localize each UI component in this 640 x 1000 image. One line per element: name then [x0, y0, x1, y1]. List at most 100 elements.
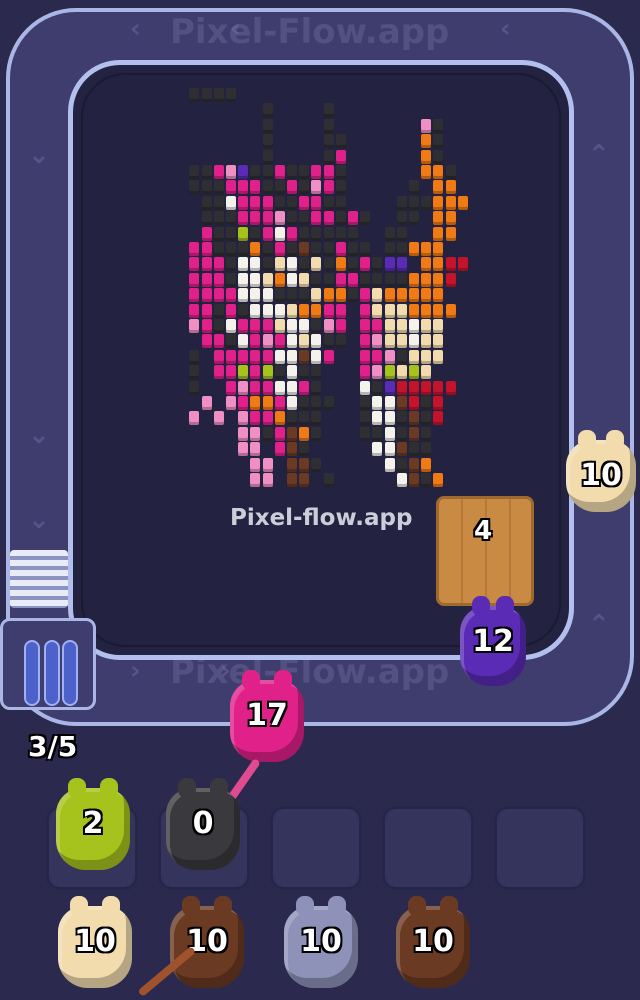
- pixel-block: [274, 396, 285, 410]
- pixel-block: [189, 88, 200, 102]
- pixel-block: [311, 380, 322, 395]
- pixel-block: [250, 226, 261, 241]
- pixel-block: [299, 211, 310, 226]
- pixel-block: [201, 180, 212, 195]
- pixel-block: [274, 303, 285, 318]
- pixel-block: [396, 288, 407, 303]
- pixel-block: [226, 180, 236, 195]
- pixel-block: [396, 457, 407, 472]
- pixel-block: [274, 334, 285, 349]
- pixel-block: [457, 257, 468, 272]
- pixel-block: [396, 365, 407, 380]
- pixel-block: [335, 242, 346, 256]
- pixel-block: [421, 426, 432, 441]
- shooter-on-belt[interactable]: 17: [230, 670, 304, 762]
- pixel-block: [433, 396, 444, 410]
- pixel-block: [238, 396, 249, 410]
- pixel-block: [445, 226, 456, 241]
- pixel-block: [409, 380, 419, 395]
- center-watermark: Pixel-flow.app: [230, 505, 413, 531]
- shooter-waiting[interactable]: 10: [58, 896, 132, 988]
- shooter-in-slot[interactable]: 0: [166, 778, 240, 870]
- pixel-block: [323, 226, 334, 241]
- shooter-count: 12: [472, 624, 514, 659]
- pixel-block: [433, 242, 444, 256]
- pixel-block: [311, 180, 322, 195]
- slot-5[interactable]: [494, 806, 586, 890]
- pixel-block: [348, 257, 358, 272]
- pixel-block: [421, 149, 432, 164]
- pixel-block: [396, 319, 407, 333]
- pixel-block: [287, 396, 297, 410]
- pixel-block: [372, 442, 383, 457]
- pixel-block: [384, 257, 395, 272]
- shooter-on-belt[interactable]: 12: [460, 596, 526, 686]
- pixel-block: [323, 288, 334, 303]
- pixel-block: [311, 242, 322, 256]
- pixel-block: [421, 165, 432, 179]
- shooter-waiting[interactable]: 10: [396, 896, 470, 988]
- pixel-block: [262, 473, 273, 487]
- pixel-block: [213, 365, 224, 380]
- pixel-block: [250, 380, 261, 395]
- pixel-block: [323, 334, 334, 349]
- pixel-block: [433, 149, 444, 164]
- pixel-block: [384, 288, 395, 303]
- pixel-block: [189, 257, 200, 272]
- pixel-block: [348, 288, 358, 303]
- pixel-block: [409, 303, 419, 318]
- pixel-block: [238, 211, 249, 226]
- slot-4[interactable]: [382, 806, 474, 890]
- pixel-block: [287, 334, 297, 349]
- pixel-block: [311, 334, 322, 349]
- crate-count: 4: [474, 516, 493, 546]
- pixel-block: [287, 165, 297, 179]
- pixel-block: [213, 211, 224, 226]
- pixel-block: [213, 257, 224, 272]
- pixel-block: [238, 288, 249, 303]
- pixel-block: [372, 411, 383, 426]
- shooter-in-slot[interactable]: 2: [56, 778, 130, 870]
- pixel-block: [384, 411, 395, 426]
- pixel-block: [274, 426, 285, 441]
- shooter-side[interactable]: 10: [566, 430, 636, 512]
- pixel-block: [299, 180, 310, 195]
- pixel-block: [262, 349, 273, 364]
- pixel-block: [433, 380, 444, 395]
- pixel-block: [335, 226, 346, 241]
- pixel-block: [250, 211, 261, 226]
- pixel-block: [372, 426, 383, 441]
- pixel-block: [433, 195, 444, 210]
- pixel-block: [445, 180, 456, 195]
- pixel-block: [238, 180, 249, 195]
- pixel-block: [299, 288, 310, 303]
- pixel-block: [323, 180, 334, 195]
- pixel-block: [396, 396, 407, 410]
- pixel-block: [360, 211, 371, 226]
- slot-3[interactable]: [270, 806, 362, 890]
- shooter-count: 17: [246, 698, 288, 733]
- pixel-block: [213, 334, 224, 349]
- pixel-block: [250, 442, 261, 457]
- shooter-waiting[interactable]: 10: [284, 896, 358, 988]
- pixel-block: [262, 272, 273, 287]
- shooter-waiting[interactable]: 10: [170, 896, 244, 988]
- pixel-block: [335, 334, 346, 349]
- pixel-block: [445, 380, 456, 395]
- pixel-block: [360, 380, 371, 395]
- wooden-crate[interactable]: [436, 496, 534, 606]
- pixel-block: [250, 303, 261, 318]
- pixel-block: [238, 226, 249, 241]
- pixel-block: [384, 396, 395, 410]
- pixel-block: [287, 257, 297, 272]
- pixel-block: [262, 103, 273, 118]
- pixel-block: [201, 319, 212, 333]
- pixel-block: [311, 165, 322, 179]
- pixel-block: [396, 211, 407, 226]
- pixel-block: [323, 473, 334, 487]
- pixel-block: [311, 211, 322, 226]
- pixel-block: [323, 165, 334, 179]
- shooter-count: 10: [412, 924, 454, 959]
- pixel-block: [335, 319, 346, 333]
- pixel-block: [348, 211, 358, 226]
